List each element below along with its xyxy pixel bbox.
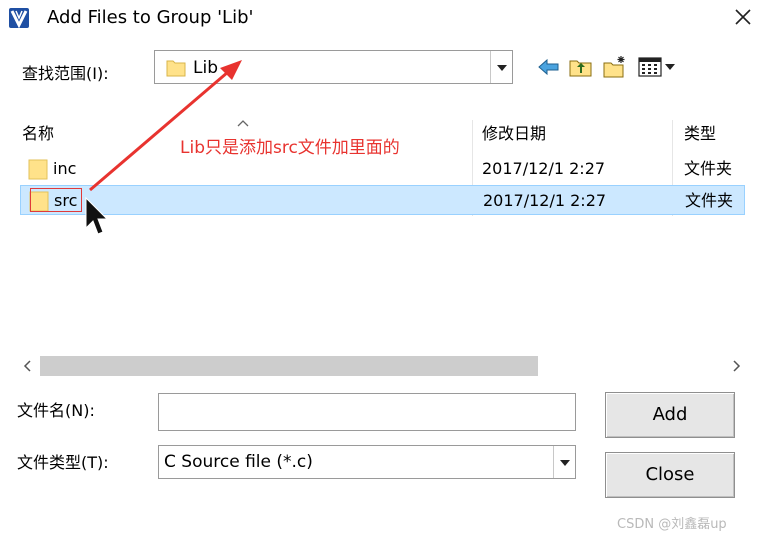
lookin-label: 查找范围(I): xyxy=(22,64,109,83)
column-header-name[interactable]: 名称 xyxy=(22,123,54,145)
column-header-type[interactable]: 类型 xyxy=(684,123,716,145)
back-arrow-icon[interactable] xyxy=(536,54,562,80)
column-header-date[interactable]: 修改日期 xyxy=(482,123,546,145)
close-button[interactable]: Close xyxy=(605,452,735,498)
up-one-level-icon[interactable] xyxy=(568,54,594,80)
chevron-down-icon[interactable] xyxy=(490,51,512,83)
scroll-left-icon[interactable] xyxy=(20,358,36,374)
scroll-right-icon[interactable] xyxy=(728,358,744,374)
folder-icon xyxy=(28,158,48,184)
filename-label: 文件名(N): xyxy=(17,401,95,420)
close-icon[interactable] xyxy=(728,3,758,31)
view-menu-icon[interactable] xyxy=(636,54,682,80)
file-name: inc xyxy=(53,159,77,178)
new-folder-icon[interactable] xyxy=(602,54,628,80)
filename-input[interactable] xyxy=(158,393,576,431)
watermark: CSDN @刘鑫磊up xyxy=(617,517,727,532)
folder-icon xyxy=(165,57,187,83)
annotation-text: Lib只是添加src文件加里面的 xyxy=(180,138,400,158)
horizontal-scrollbar-thumb[interactable] xyxy=(40,356,538,376)
window-title: Add Files to Group 'Lib' xyxy=(47,7,254,28)
chevron-down-icon[interactable] xyxy=(553,446,575,478)
sort-ascending-icon xyxy=(236,113,250,132)
file-date: 2017/12/1 2:27 xyxy=(482,159,606,178)
add-button[interactable]: Add xyxy=(605,392,735,438)
mouse-cursor-icon xyxy=(84,196,110,242)
list-item-selected[interactable]: src 2017/12/1 2:27 文件夹 xyxy=(20,185,745,215)
lookin-dropdown[interactable]: Lib xyxy=(154,50,513,84)
file-type: 文件夹 xyxy=(684,159,733,178)
filetype-dropdown[interactable]: C Source file (*.c) xyxy=(158,445,576,479)
file-date: 2017/12/1 2:27 xyxy=(483,191,607,210)
lookin-value: Lib xyxy=(193,58,218,78)
highlight-box xyxy=(30,188,82,212)
filetype-label: 文件类型(T): xyxy=(17,453,109,472)
keil-uvision-icon xyxy=(8,7,30,29)
file-type: 文件夹 xyxy=(685,191,734,210)
filetype-value: C Source file (*.c) xyxy=(164,452,313,472)
